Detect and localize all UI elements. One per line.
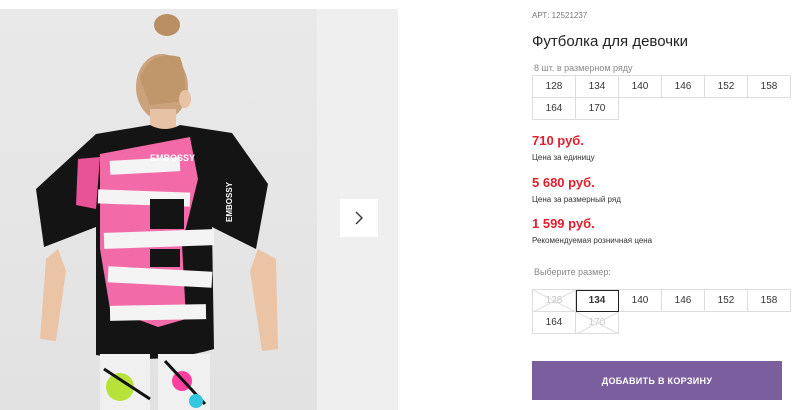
pack-size-cell: 164 (533, 98, 576, 120)
size-option-label: 134 (588, 295, 606, 306)
pack-size-cell: 128 (533, 76, 576, 98)
size-option-selected[interactable]: 134 (576, 290, 619, 312)
pack-size-cell: 158 (748, 76, 791, 98)
svg-text:EMBOSSY: EMBOSSY (150, 153, 195, 163)
pack-size-cell: 146 (662, 76, 705, 98)
size-option[interactable]: 158 (748, 290, 791, 312)
size-option[interactable]: 140 (619, 290, 662, 312)
size-option[interactable]: 152 (705, 290, 748, 312)
article-number: АРТ: 12521237 (532, 11, 588, 20)
product-gallery: EMBOSSY EMBOSSY (0, 9, 398, 410)
unavailable-cross-icon (576, 312, 619, 334)
gallery-next-button[interactable] (340, 199, 378, 237)
add-to-cart-button[interactable]: ДОБАВИТЬ В КОРЗИНУ (532, 361, 782, 400)
size-option-label: 146 (674, 295, 692, 306)
size-option-disabled: 170 (576, 312, 619, 334)
pack-size-cell: 140 (619, 76, 662, 98)
unit-price-label: Цена за единицу (532, 153, 595, 162)
pack-size-cell: 152 (705, 76, 748, 98)
svg-text:EMBOSSY: EMBOSSY (225, 181, 234, 222)
chevron-right-icon (355, 211, 363, 225)
size-option-label: 158 (760, 295, 778, 306)
product-title: Футболка для девочки (532, 33, 688, 50)
pack-size-cell: 170 (576, 98, 619, 120)
unit-price: 710 руб. (532, 133, 584, 148)
size-option[interactable]: 146 (662, 290, 705, 312)
pack-size-note: 8 шт. в размерном ряду (534, 63, 633, 73)
size-selector: 128 134 140 146 152 158 164 170 (532, 289, 791, 334)
size-option-disabled: 128 (533, 290, 576, 312)
product-photo[interactable]: EMBOSSY EMBOSSY (0, 9, 317, 410)
size-select-label: Выберите размер: (534, 267, 611, 277)
pack-price: 5 680 руб. (532, 175, 595, 190)
pack-size-cell: 134 (576, 76, 619, 98)
retail-price: 1 599 руб. (532, 216, 595, 231)
size-option-label: 164 (545, 317, 563, 328)
size-option[interactable]: 164 (533, 312, 576, 334)
retail-price-label: Рекомендуемая розничная цена (532, 236, 653, 245)
pack-sizes-table: 128 134 140 146 152 158 164 170 (532, 75, 791, 120)
product-photo-illustration: EMBOSSY EMBOSSY (36, 14, 278, 410)
size-option-label: 140 (631, 295, 649, 306)
unavailable-cross-icon (533, 290, 576, 312)
size-option-label: 152 (717, 295, 735, 306)
pack-price-label: Цена за размерный ряд (532, 195, 621, 204)
